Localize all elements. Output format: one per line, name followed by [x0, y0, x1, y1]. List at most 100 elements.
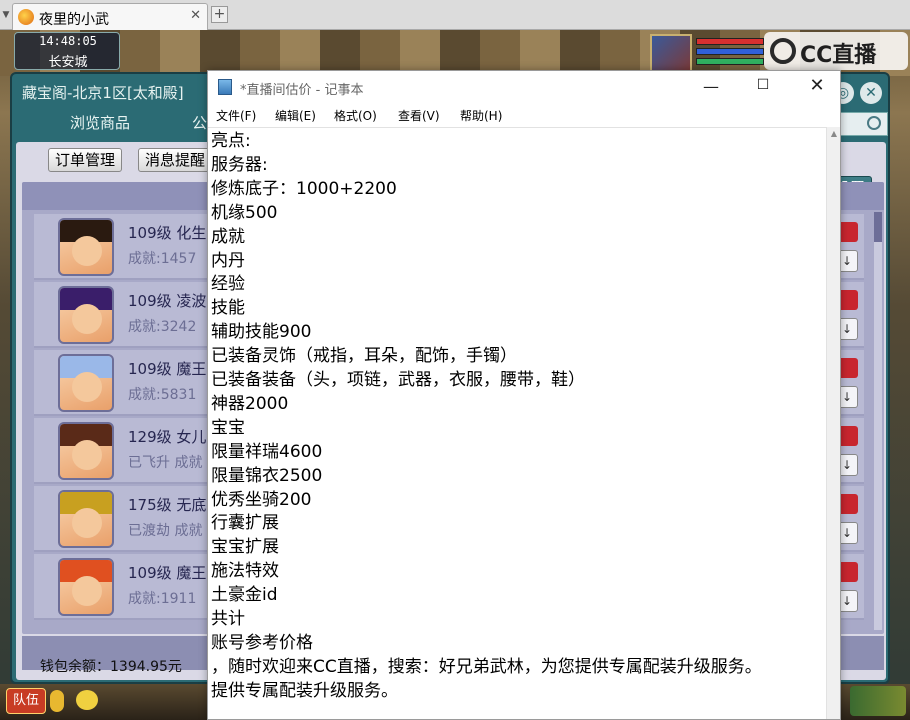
- role-level-school: 109级 凌波: [128, 292, 207, 310]
- team-button[interactable]: 队伍: [6, 688, 46, 714]
- notepad-scrollbar[interactable]: ▲: [826, 127, 840, 719]
- maximize-button[interactable]: ☐: [748, 77, 778, 97]
- notepad-line: ，随时欢迎来CC直播，搜索：好兄弟武林，为您提供专属配装升级服务。: [211, 656, 762, 677]
- avatar-face: [72, 576, 102, 606]
- role-avatar: [58, 286, 114, 344]
- notepad-line: 优秀坐骑200: [211, 489, 312, 510]
- notepad-title: *直播间估价 - 记事本: [240, 83, 364, 98]
- order-management-button[interactable]: 订单管理: [48, 148, 123, 172]
- tab-favicon-icon: [18, 9, 34, 25]
- notepad-line: 施法特效: [211, 561, 279, 582]
- role-achievement: 成就:1911: [128, 591, 197, 607]
- tab-next[interactable]: 公: [192, 112, 207, 133]
- notepad-line: 技能: [211, 298, 245, 319]
- avatar-face: [72, 236, 102, 266]
- buy-button[interactable]: [838, 290, 858, 310]
- role-avatar: [58, 218, 114, 276]
- notepad-line: 已装备装备（头，项链，武器，衣服，腰带，鞋）: [211, 370, 585, 390]
- notepad-line: 限量祥瑞4600: [211, 441, 323, 462]
- cangbaoge-close-button[interactable]: ✕: [860, 82, 882, 104]
- role-level-school: 129级 女儿: [128, 428, 207, 446]
- role-avatar: [58, 422, 114, 480]
- notepad-line: 已装备灵饰（戒指，耳朵，配饰，手镯）: [211, 346, 517, 367]
- system-icons[interactable]: [850, 686, 906, 716]
- avatar-face: [72, 372, 102, 402]
- chat-icon[interactable]: [76, 690, 98, 710]
- notepad-line: 提供专属配装升级服务。: [211, 680, 398, 701]
- menu-view[interactable]: 查看(V): [398, 107, 440, 124]
- cangbaoge-title: 藏宝阁-北京1区[太和殿]: [22, 84, 184, 102]
- notepad-line: 经验: [211, 274, 245, 295]
- mp-bar: [696, 48, 764, 55]
- avatar-face: [72, 440, 102, 470]
- hp-bar: [696, 38, 764, 45]
- browser-tab[interactable]: 夜里的小武 ✕: [12, 3, 208, 30]
- buy-button[interactable]: [838, 222, 858, 242]
- menu-file[interactable]: 文件(F): [216, 107, 256, 124]
- tab-close-icon[interactable]: ✕: [190, 8, 201, 23]
- new-tab-button[interactable]: +: [211, 6, 228, 23]
- tab-browse-goods[interactable]: 浏览商品: [70, 112, 130, 133]
- notepad-line: 成就: [211, 226, 245, 247]
- buy-button[interactable]: [838, 494, 858, 514]
- browser-tab-bar: ▼ 夜里的小武 ✕ +: [0, 0, 910, 30]
- role-level-school: 109级 魔王: [128, 360, 207, 378]
- tab-title: 夜里的小武: [39, 12, 109, 28]
- role-achievement: 成就:1457: [128, 251, 197, 267]
- clock-panel: 14:48:05 长安城: [14, 32, 120, 70]
- notepad-line: 土豪金id: [211, 585, 278, 606]
- role-avatar: [58, 558, 114, 616]
- scroll-up-arrow-icon[interactable]: ▲: [827, 129, 841, 141]
- menu-edit[interactable]: 编辑(E): [275, 107, 316, 124]
- notepad-text-area[interactable]: 亮点: 服务器: 修炼底子：1000+2200 机缘500 成就内丹经验技能辅助技能90…: [208, 127, 826, 719]
- notepad-line: 行囊扩展: [211, 513, 279, 534]
- role-level-school: 175级 无底: [128, 496, 207, 514]
- role-avatar: [58, 490, 114, 548]
- close-button[interactable]: ✕: [802, 75, 832, 97]
- notepad-line: 账号参考价格: [211, 632, 313, 653]
- notepad-line: 限量锦衣2500: [211, 465, 323, 486]
- avatar-face: [72, 508, 102, 538]
- game-clock: 14:48:05: [39, 34, 97, 48]
- minimize-button[interactable]: —: [696, 77, 726, 97]
- buy-button[interactable]: [838, 426, 858, 446]
- notepad-line: 修炼底子：1000+2200: [211, 178, 397, 199]
- search-icon[interactable]: [867, 116, 881, 130]
- character-portrait[interactable]: [650, 34, 692, 72]
- role-avatar: [58, 354, 114, 412]
- notepad-line: 宝宝扩展: [211, 537, 279, 558]
- notepad-icon: [218, 79, 232, 95]
- role-achievement: 已渡劫 成就: [128, 523, 203, 539]
- notepad-titlebar[interactable]: *直播间估价 - 记事本 — ☐ ✕: [208, 71, 840, 103]
- notepad-line: 宝宝: [211, 417, 245, 438]
- cc-live-logo: CC直播: [764, 32, 908, 70]
- notepad-line: 亮点:: [211, 131, 251, 151]
- notepad-line: 机缘500: [211, 202, 278, 223]
- notepad-line: 共计: [211, 609, 245, 629]
- tab-list-arrow-icon[interactable]: ▼: [0, 4, 12, 26]
- menu-format[interactable]: 格式(O): [334, 107, 377, 124]
- cc-logo-icon: [770, 38, 796, 64]
- scroll-thumb[interactable]: [874, 212, 882, 242]
- exp-bar: [696, 58, 764, 65]
- role-achievement: 成就:5831: [128, 387, 197, 403]
- current-city: 长安城: [48, 55, 88, 70]
- avatar-face: [72, 304, 102, 334]
- cangbaoge-search[interactable]: [836, 112, 888, 136]
- notepad-line: 辅助技能900: [211, 322, 312, 343]
- role-list-scrollbar[interactable]: [874, 212, 882, 630]
- wallet-balance: 钱包余额：1394.95元: [40, 659, 182, 675]
- notepad-window: *直播间估价 - 记事本 — ☐ ✕ 文件(F) 编辑(E) 格式(O) 查看(…: [207, 70, 841, 720]
- buy-button[interactable]: [838, 562, 858, 582]
- message-reminder-button[interactable]: 消息提醒: [138, 148, 213, 172]
- menu-help[interactable]: 帮助(H): [460, 107, 502, 124]
- role-level-school: 109级 魔王: [128, 564, 207, 582]
- notepad-line: 神器2000: [211, 393, 289, 414]
- notepad-line: 服务器:: [211, 154, 268, 175]
- buy-button[interactable]: [838, 358, 858, 378]
- role-achievement: 成就:3242: [128, 319, 197, 335]
- cc-logo-text: CC直播: [800, 43, 877, 68]
- notepad-menubar: 文件(F) 编辑(E) 格式(O) 查看(V) 帮助(H): [208, 104, 840, 126]
- notepad-line: 内丹: [211, 250, 245, 271]
- microphone-icon[interactable]: [50, 690, 64, 712]
